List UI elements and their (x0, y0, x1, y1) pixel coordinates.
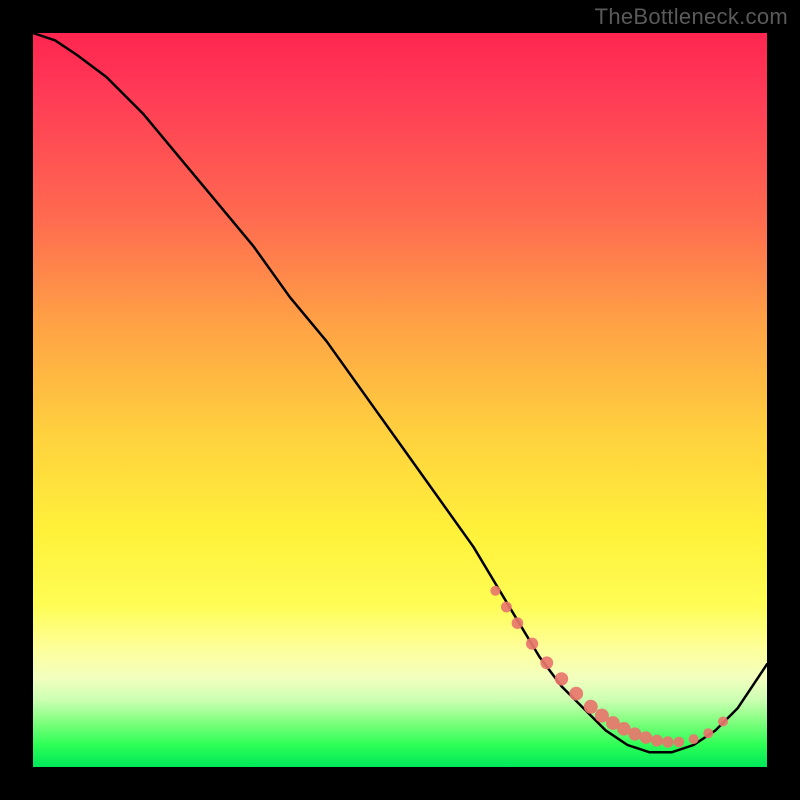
highlight-dot (512, 617, 524, 629)
highlight-dot (703, 728, 713, 738)
highlight-dot (526, 638, 538, 650)
plot-area (33, 33, 767, 767)
chart-svg (33, 33, 767, 767)
highlight-dots-group (490, 586, 728, 748)
highlight-dot (628, 727, 641, 740)
bottleneck-curve-path (33, 33, 767, 752)
highlight-dot (540, 656, 553, 669)
highlight-dot (662, 736, 673, 747)
watermark-text: TheBottleneck.com (595, 4, 788, 30)
highlight-dot (674, 737, 685, 748)
highlight-dot (718, 717, 728, 727)
highlight-dot (689, 734, 699, 744)
highlight-dot (569, 687, 583, 701)
highlight-dot (584, 700, 598, 714)
highlight-dot (490, 586, 500, 596)
highlight-dot (640, 731, 653, 744)
highlight-dot (501, 602, 512, 613)
highlight-dot (651, 735, 663, 747)
chart-stage: TheBottleneck.com (0, 0, 800, 800)
highlight-dot (555, 672, 568, 685)
